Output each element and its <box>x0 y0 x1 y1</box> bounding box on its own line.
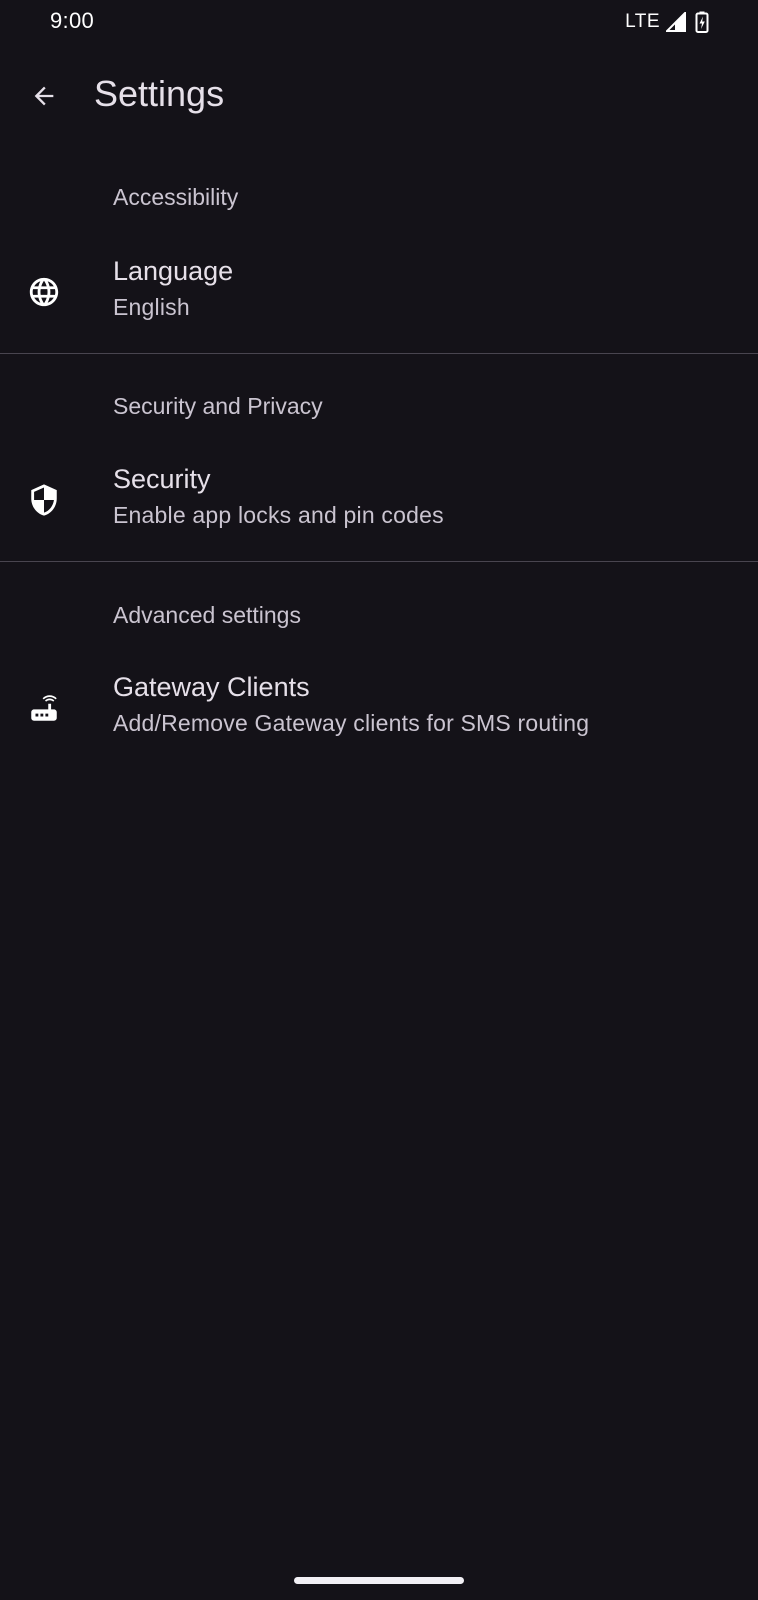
security-summary: Enable app locks and pin codes <box>113 502 444 528</box>
cellular-signal-icon <box>666 11 686 33</box>
section-header-accessibility: Accessibility <box>113 184 239 210</box>
gesture-navigation-handle[interactable] <box>294 1577 464 1584</box>
battery-charging-icon <box>692 11 712 33</box>
router-icon <box>26 690 62 726</box>
page-title: Settings <box>94 73 225 114</box>
status-time: 9:00 <box>50 8 95 33</box>
security-title: Security <box>113 464 211 494</box>
language-setting[interactable]: Language English <box>0 246 758 338</box>
back-button[interactable] <box>20 72 68 120</box>
section-divider <box>0 561 758 562</box>
arrow-back-icon <box>30 82 58 110</box>
security-setting[interactable]: Security Enable app locks and pin codes <box>0 454 758 546</box>
shield-icon <box>26 482 62 518</box>
globe-icon <box>26 274 62 310</box>
section-header-security-privacy: Security and Privacy <box>113 393 323 419</box>
top-app-bar: Settings <box>0 56 758 136</box>
gateway-clients-setting[interactable]: Gateway Clients Add/Remove Gateway clien… <box>0 662 758 754</box>
section-divider <box>0 353 758 354</box>
section-header-advanced: Advanced settings <box>113 602 301 628</box>
language-summary: English <box>113 294 190 320</box>
gateway-clients-summary: Add/Remove Gateway clients for SMS routi… <box>113 710 590 736</box>
language-title: Language <box>113 256 234 286</box>
network-type-label: LTE <box>625 11 660 32</box>
status-bar: 9:00 LTE <box>0 0 758 46</box>
gateway-clients-title: Gateway Clients <box>113 672 310 702</box>
status-indicators: LTE <box>625 9 712 35</box>
